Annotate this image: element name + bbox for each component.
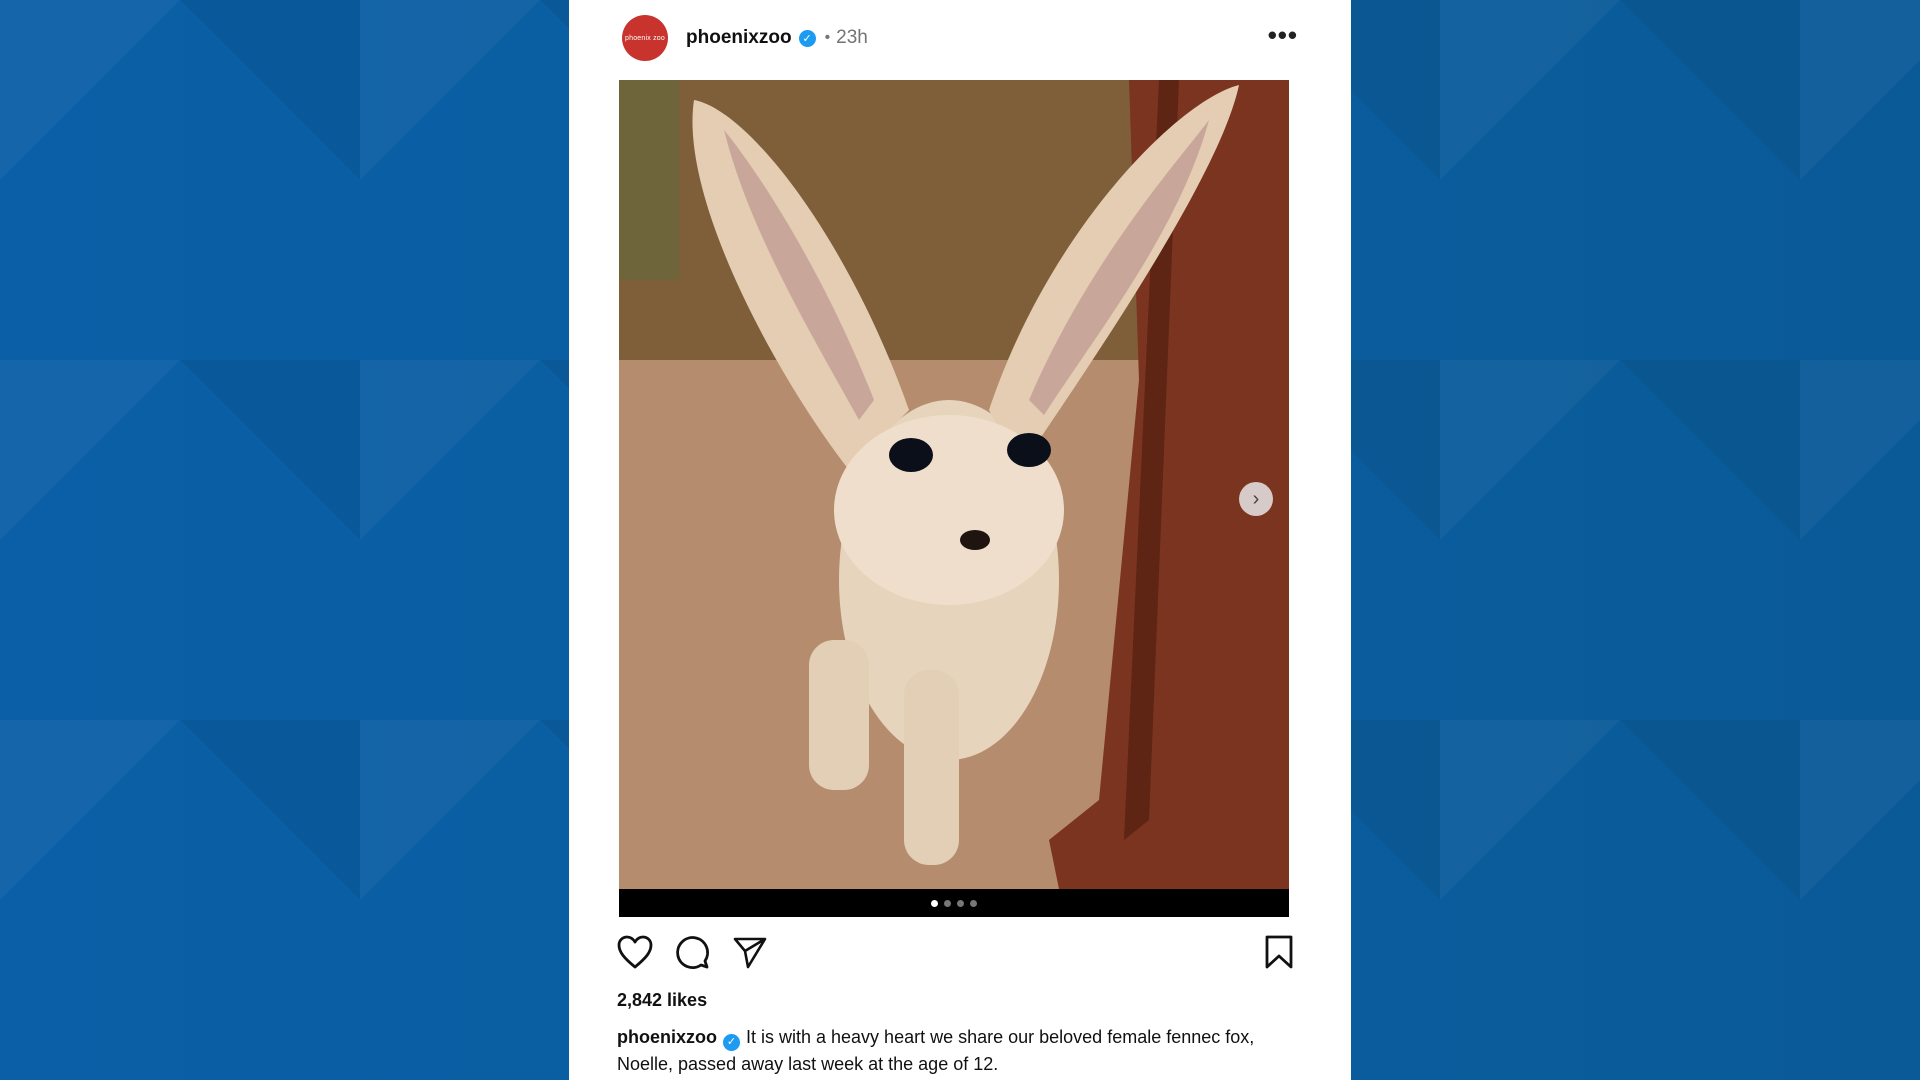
carousel-dot [944,899,951,907]
verified-badge-icon: ✓ [723,1033,740,1051]
instagram-post-card: phoenix zoo phoenixzoo ✓ • 23h ••• › 2,8… [569,0,1351,1080]
post-actions-bar [616,934,1298,972]
post-header: phoenix zoo phoenixzoo ✓ • 23h ••• [622,15,1298,61]
verified-badge-icon: ✓ [798,29,816,47]
carousel-next-button[interactable]: › [1239,482,1273,516]
more-options-icon[interactable]: ••• [1268,22,1298,48]
fennec-fox-photo: › [619,80,1289,889]
like-count[interactable]: 2,842 likes [617,990,707,1011]
carousel-dot [957,899,964,907]
avatar-logo-text: phoenix zoo [625,34,665,42]
post-media[interactable]: › [619,80,1289,917]
post-timestamp[interactable]: 23h [836,27,868,49]
post-username[interactable]: phoenixzoo [686,27,792,49]
comment-icon[interactable] [674,934,710,975]
post-caption: phoenixzoo ✓ It is with a heavy heart we s… [617,1024,1307,1077]
separator-dot: • [824,29,831,46]
send-icon[interactable] [732,934,768,975]
avatar[interactable]: phoenix zoo [622,15,668,61]
heart-icon[interactable] [616,934,654,975]
bookmark-icon[interactable] [1264,934,1294,975]
carousel-dot [970,899,977,907]
caption-username[interactable]: phoenixzoo [617,1027,717,1047]
chevron-right-icon: › [1252,487,1260,510]
carousel-dot-active [931,899,938,907]
carousel-indicator [619,889,1289,917]
